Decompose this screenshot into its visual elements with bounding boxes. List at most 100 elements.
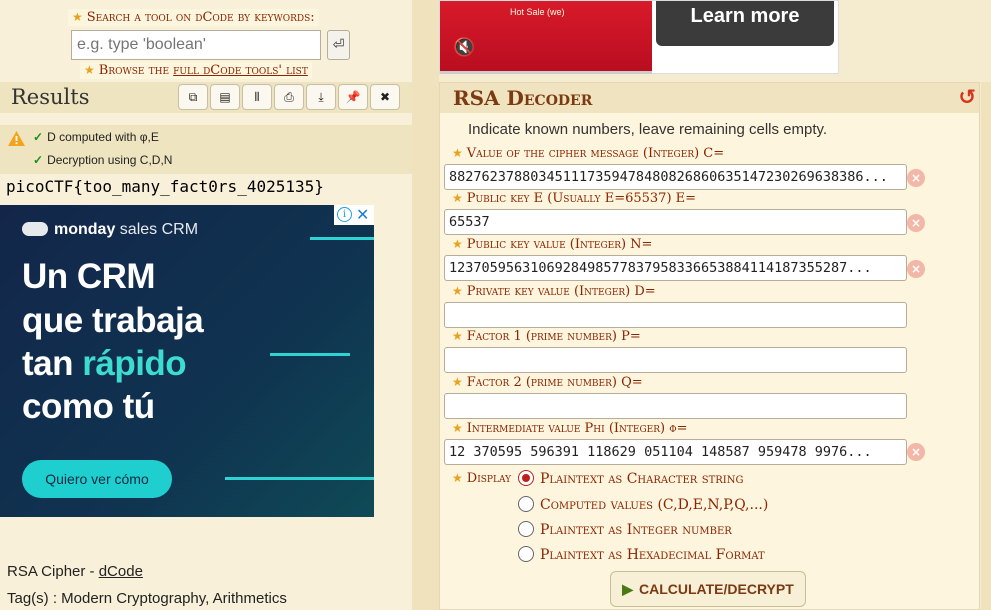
star-icon: ★	[72, 10, 83, 24]
clipboard-icon: ▤	[219, 90, 231, 104]
phi-input[interactable]: 12 370595 596391 118629 051104 148587 95…	[444, 439, 907, 465]
ad-decor-line	[270, 353, 350, 356]
cipher-c-input[interactable]: 8827623788034511173594784808268606351472…	[444, 164, 907, 190]
display-option-integer[interactable]: Plaintext as Integer number	[518, 521, 732, 538]
results-header: Results ⧉ ▤ ⦀ ⎙ ⤓ 📌 ✖	[0, 82, 412, 113]
ad-cta-button[interactable]: Quiero ver cómo	[22, 460, 172, 498]
info-icon[interactable]: i	[337, 207, 352, 222]
field-label-c: ★ Value of the cipher message (Integer) C…	[452, 146, 725, 161]
page-scrollbar[interactable]	[981, 82, 991, 610]
warning-icon	[8, 131, 25, 146]
clear-c-icon[interactable]: ×	[907, 169, 925, 187]
pin-button[interactable]: 📌	[338, 84, 368, 110]
enter-icon: ⏎	[332, 37, 345, 53]
ad-banner-left[interactable]: monday sales CRM i ✕ Un CRM que trabaja …	[0, 205, 374, 517]
dcode-link[interactable]: dCode	[99, 563, 143, 580]
field-label-phi: ★ Intermediate value Phi (Integer) φ=	[452, 421, 688, 436]
field-label-e: ★ Public key E (Usually E=65537) E=	[452, 191, 697, 206]
ad-decor-line	[310, 237, 374, 240]
column-divider	[412, 0, 439, 610]
mute-icon[interactable]: 🔇	[453, 37, 475, 58]
ad-headline-1: Un CRM	[22, 257, 156, 296]
results-title: Results	[11, 85, 90, 109]
search-input[interactable]	[71, 30, 321, 60]
public-n-input[interactable]: 1237059563106928498577837958336653884114…	[444, 255, 907, 281]
results-box: ✓ D computed with φ,E ✓ Decryption using C…	[0, 125, 412, 174]
ad-decor-line	[225, 477, 374, 480]
public-e-input[interactable]: 65537	[444, 209, 907, 235]
radio[interactable]	[518, 496, 534, 512]
ad-brand: monday sales CRM	[22, 221, 198, 239]
ad-choices[interactable]: i ✕	[334, 205, 374, 225]
result-line: ✓ D computed with φ,E	[33, 130, 159, 144]
field-label-n: ★ Public key value (Integer) N=	[452, 237, 653, 252]
field-label-p: ★ Factor 1 (prime number) P=	[452, 329, 641, 344]
radio[interactable]	[518, 521, 534, 537]
print-button[interactable]: ⎙	[274, 84, 304, 110]
field-label-q: ★ Factor 2 (prime number) Q=	[452, 375, 643, 390]
full-tools-list-link[interactable]: full dCode tools' list	[173, 63, 308, 78]
factor-q-input[interactable]	[444, 393, 907, 419]
download-button[interactable]: ⤓	[306, 84, 336, 110]
check-icon: ✓	[33, 130, 44, 144]
print-icon: ⎙	[284, 90, 294, 104]
field-label-d: ★ Private key value (Integer) D=	[452, 284, 656, 299]
star-icon: ★	[452, 375, 463, 389]
monday-logo-icon	[22, 222, 48, 236]
panel-title: RSA Decoder	[453, 86, 593, 110]
intro-text: Indicate known numbers, leave remaining …	[468, 121, 828, 138]
rsa-decoder-panel: RSA Decoder ↺ Indicate known numbers, le…	[439, 82, 980, 610]
factor-p-input[interactable]	[444, 347, 907, 373]
result-line: ✓ Decryption using C,D,N	[33, 153, 173, 167]
ad-headline-3: tan rápido	[22, 344, 187, 383]
display-option-string[interactable]: Plaintext as Character string	[518, 470, 743, 487]
star-icon: ★	[452, 421, 463, 435]
browse-tools: ★ Browse the full dCode tools' list	[80, 62, 312, 79]
private-d-input[interactable]	[444, 302, 907, 328]
close-results-button[interactable]: ✖	[370, 84, 400, 110]
star-icon: ★	[452, 471, 463, 485]
search-panel: ★Search a tool on dCode by keywords: ⏎ ★…	[0, 0, 412, 80]
download-icon: ⤓	[318, 90, 324, 104]
clear-phi-icon[interactable]: ×	[907, 443, 925, 461]
learn-more-button[interactable]: Learn more	[656, 1, 834, 46]
copy-icon: ⧉	[188, 90, 198, 104]
close-icon: ✖	[379, 90, 391, 104]
ad-headline-4: como tú	[22, 387, 155, 426]
display-option-computed[interactable]: Computed values (C,D,E,N,P,Q,...)	[518, 496, 768, 513]
pin-icon: 📌	[345, 90, 361, 104]
star-icon: ★	[452, 329, 463, 343]
columns-icon: ⦀	[254, 90, 260, 104]
display-label: ★ Display	[452, 471, 512, 486]
ad-video-text: Hot Sale (we)	[510, 7, 565, 17]
display-option-hex[interactable]: Plaintext as Hexadecimal Format	[518, 546, 765, 563]
footer-tags: Tag(s) : Modern Cryptography, Arithmetic…	[7, 590, 287, 607]
left-column: ★Search a tool on dCode by keywords: ⏎ ★…	[0, 0, 412, 610]
columns-button[interactable]: ⦀	[242, 84, 272, 110]
ad-banner-top[interactable]: Hot Sale (we) 🔇 Learn more	[439, 0, 839, 74]
clipboard-button[interactable]: ▤	[210, 84, 240, 110]
radio-selected[interactable]	[518, 470, 534, 486]
ad-headline-2: que trabaja	[22, 301, 204, 340]
star-icon: ★	[452, 284, 463, 298]
ad-video[interactable]: Hot Sale (we) 🔇	[440, 1, 652, 74]
radio[interactable]	[518, 546, 534, 562]
search-label: ★ Search a tool on dCode by keywords:	[68, 9, 319, 26]
close-ad-icon[interactable]: ✕	[356, 205, 369, 224]
calculate-button[interactable]: ▶ CALCULATE/DECRYPT	[610, 571, 806, 607]
copy-button[interactable]: ⧉	[178, 84, 208, 110]
star-icon: ★	[452, 146, 463, 160]
play-icon: ▶	[622, 581, 633, 597]
star-icon: ★	[452, 191, 463, 205]
decrypted-output[interactable]: picoCTF{too_many_fact0rs_4025135}	[6, 177, 324, 196]
star-icon: ★	[452, 237, 463, 251]
star-icon: ★	[84, 63, 95, 77]
clear-e-icon[interactable]: ×	[907, 214, 925, 232]
clear-n-icon[interactable]: ×	[907, 260, 925, 278]
check-icon: ✓	[33, 153, 44, 167]
ad-progress-bar	[440, 71, 652, 74]
reset-icon[interactable]: ↺	[958, 85, 976, 109]
panel-header: RSA Decoder ↺	[440, 83, 979, 113]
search-button[interactable]: ⏎	[327, 30, 350, 60]
footer-title: RSA Cipher - dCode	[7, 563, 143, 580]
